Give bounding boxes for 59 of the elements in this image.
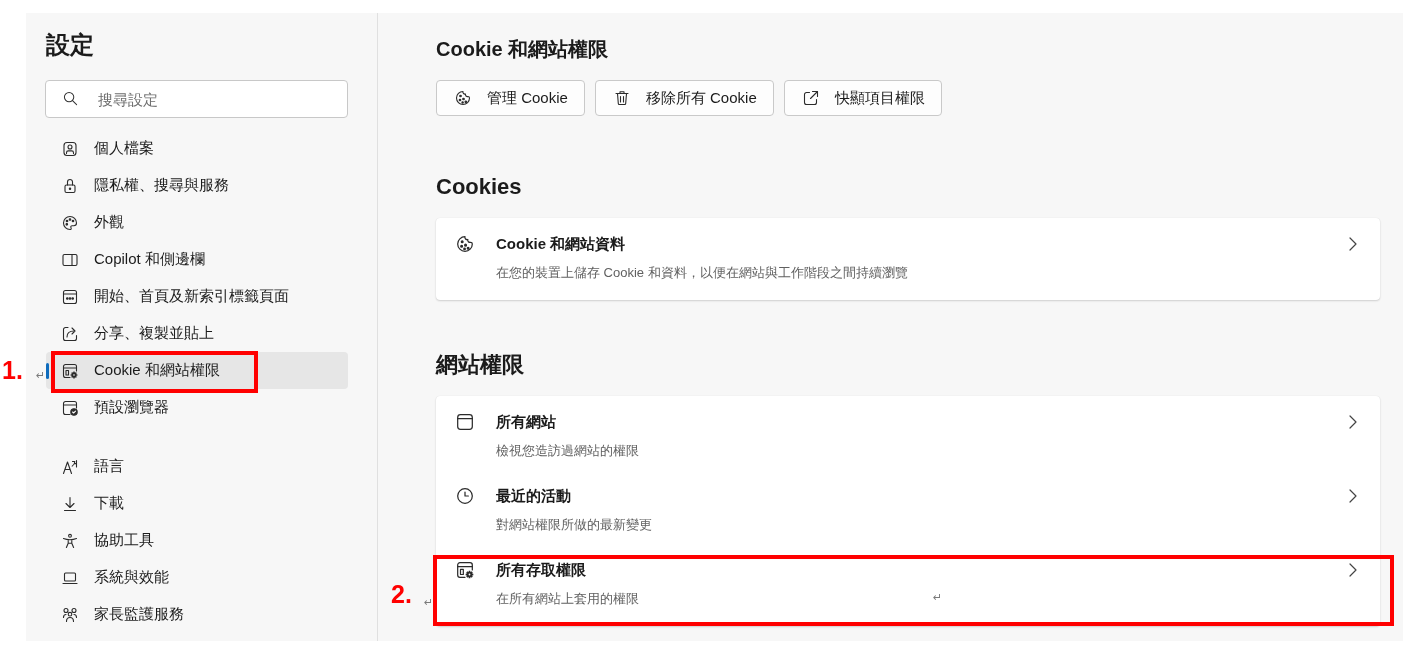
sidebar-item[interactable]: 個人檔案: [46, 130, 348, 167]
step-number: 1.: [2, 355, 23, 385]
section-heading: 網站權限: [436, 351, 524, 379]
browser-window-icon: [456, 413, 474, 431]
popup-permissions-button[interactable]: 快顯項目權限: [783, 80, 942, 116]
chevron-right-icon: [1349, 563, 1357, 577]
sidebar-item[interactable]: Cookie 和網站權限: [46, 352, 348, 389]
manage-cookies-button[interactable]: 管理 Cookie: [436, 80, 585, 116]
sidebar-item[interactable]: 分享、複製並貼上: [46, 315, 348, 352]
setting-description: 對網站權限所做的最新變更: [496, 516, 652, 534]
setting-description: 在您的裝置上儲存 Cookie 和資料，以便在網站與工作階段之間持續瀏覽: [496, 264, 908, 282]
download-icon: [62, 495, 78, 512]
external-link-icon: [802, 90, 819, 106]
browser-gear-icon: [62, 362, 78, 379]
step-number: 2.: [391, 579, 412, 609]
remove-all-cookies-button[interactable]: 移除所有 Cookie: [594, 80, 774, 116]
sidebar-item[interactable]: Copilot 和側邊欄: [46, 241, 348, 278]
people-icon: [62, 606, 78, 623]
sidebar-item[interactable]: 家長監護服務: [46, 596, 348, 633]
cookie-icon: [456, 235, 474, 253]
sidebar-item[interactable]: 協助工具: [46, 522, 348, 559]
lock-icon: [62, 177, 78, 194]
id-card-icon: [62, 140, 78, 157]
cookie-icon: [455, 90, 471, 106]
setting-description: 檢視您造訪過網站的權限: [496, 442, 639, 460]
sidebar-item[interactable]: 系統與效能: [46, 559, 348, 596]
paragraph-mark: ↵: [36, 369, 46, 382]
sidebar-item[interactable]: 開始、首頁及新索引標籤頁面: [46, 278, 348, 315]
browser-check-icon: [62, 399, 78, 416]
browser-dots-icon: [62, 288, 78, 305]
sidebar-item[interactable]: 隱私權、搜尋與服務: [46, 167, 348, 204]
accessibility-icon: [62, 532, 78, 549]
setting-title: Cookie 和網站資料: [496, 234, 626, 254]
section-heading: Cookies: [436, 173, 522, 201]
page-title: Cookie 和網站權限: [436, 37, 609, 62]
paragraph-mark: ↵: [933, 591, 943, 604]
browser-gear-icon: [456, 561, 474, 579]
search-icon: [63, 91, 78, 106]
setting-title: 最近的活動: [496, 486, 571, 506]
paragraph-mark: ↵: [424, 596, 434, 609]
chevron-right-icon: [1349, 237, 1357, 251]
setting-description: 在所有網站上套用的權限: [496, 590, 639, 608]
sidebar-item[interactable]: 語言: [46, 448, 348, 485]
chevron-right-icon: [1349, 489, 1357, 503]
sidebar-item[interactable]: 預設瀏覽器: [46, 389, 348, 426]
laptop-icon: [62, 569, 78, 586]
palette-icon: [62, 214, 78, 231]
search-field[interactable]: 搜尋設定: [45, 80, 348, 118]
sidebar-item[interactable]: 外觀: [46, 204, 348, 241]
share-icon: [62, 325, 78, 342]
setting-title: 所有存取權限: [496, 560, 586, 580]
language-icon: [62, 458, 78, 475]
setting-title: 所有網站: [496, 412, 556, 432]
side-panel-icon: [62, 251, 78, 268]
clock-icon: [456, 487, 474, 505]
trash-icon: [613, 90, 630, 106]
chevron-right-icon: [1349, 415, 1357, 429]
sidebar-item[interactable]: 下載: [46, 485, 348, 522]
sidebar-title: 設定: [45, 30, 94, 60]
